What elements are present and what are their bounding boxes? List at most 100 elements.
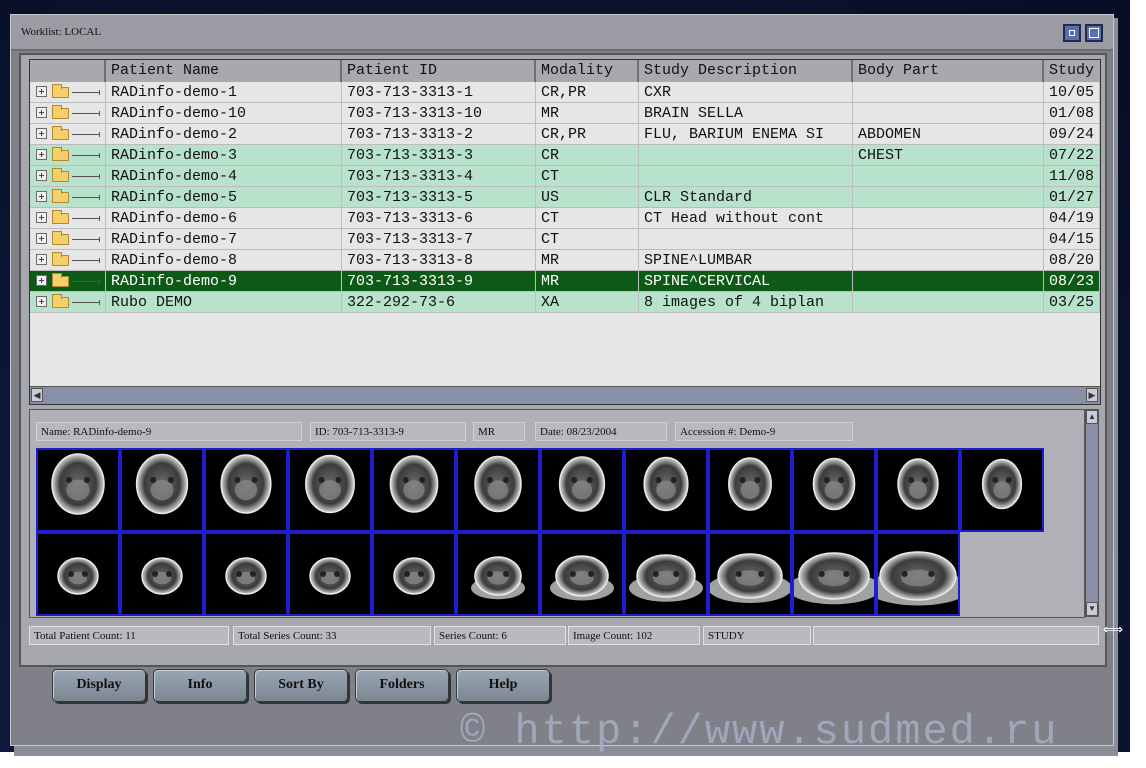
- table-row[interactable]: RADinfo-demo-3 703-713-3313-3 CR CHEST 07/22: [30, 145, 1100, 166]
- table-row[interactable]: RADinfo-demo-9 703-713-3313-9 MR SPINE^CERV…: [30, 271, 1100, 292]
- minimize-button[interactable]: [1063, 24, 1081, 42]
- image-thumbnail[interactable]: [288, 532, 372, 616]
- expand-icon[interactable]: [36, 254, 47, 265]
- column-header-study[interactable]: Study: [1044, 60, 1100, 82]
- table-row[interactable]: RADinfo-demo-2 703-713-3313-2 CR,PR FLU, BA…: [30, 124, 1100, 145]
- cell-patient-name: RADinfo-demo-4: [106, 166, 342, 186]
- cell-patient-name: RADinfo-demo-6: [106, 208, 342, 228]
- title-bar[interactable]: Worklist: LOCAL: [11, 15, 1113, 51]
- cell-patient-name: Rubo DEMO: [106, 292, 342, 312]
- column-header-body-part[interactable]: Body Part: [853, 60, 1044, 82]
- expand-icon[interactable]: [36, 128, 47, 139]
- tree-cell: [30, 82, 106, 102]
- column-header-study-description[interactable]: Study Description: [639, 60, 853, 82]
- watermark: © http://www.sudmed.ru: [460, 708, 1059, 756]
- tree-column-header[interactable]: [30, 60, 106, 82]
- expand-icon[interactable]: [36, 296, 47, 307]
- horizontal-scrollbar[interactable]: ◀ ▶: [30, 386, 1100, 404]
- cell-modality: CT: [536, 166, 639, 186]
- expand-icon[interactable]: [36, 107, 47, 118]
- cell-modality: MR: [536, 103, 639, 123]
- image-thumbnail[interactable]: [792, 532, 876, 616]
- cell-study: 04/15: [1044, 229, 1100, 249]
- expand-icon[interactable]: [36, 212, 47, 223]
- preview-vertical-scrollbar[interactable]: ▲ ▼: [1085, 409, 1099, 617]
- image-thumbnail[interactable]: [708, 532, 792, 616]
- image-thumbnail[interactable]: [372, 448, 456, 532]
- scroll-right-arrow[interactable]: ▶: [1086, 388, 1098, 402]
- preview-date: Date: 08/23/2004: [535, 422, 667, 441]
- cell-patient-name: RADinfo-demo-2: [106, 124, 342, 144]
- expand-icon[interactable]: [36, 191, 47, 202]
- mr-slice-image: [305, 454, 355, 514]
- folder-icon: [52, 168, 69, 182]
- table-row[interactable]: Rubo DEMO 322-292-73-6 XA 8 images of 4 bip…: [30, 292, 1100, 313]
- mr-slice-image: [812, 457, 856, 511]
- expand-icon[interactable]: [36, 233, 47, 244]
- table-row[interactable]: RADinfo-demo-1 703-713-3313-1 CR,PR CXR 10/0…: [30, 82, 1100, 103]
- expand-icon[interactable]: [36, 86, 47, 97]
- tree-cell: [30, 187, 106, 207]
- table-row[interactable]: RADinfo-demo-7 703-713-3313-7 CT 04/15: [30, 229, 1100, 250]
- image-thumbnail[interactable]: [36, 532, 120, 616]
- column-header-modality[interactable]: Modality: [536, 60, 639, 82]
- image-thumbnail[interactable]: [120, 532, 204, 616]
- image-thumbnail[interactable]: [876, 532, 960, 616]
- image-thumbnail[interactable]: [960, 448, 1044, 532]
- cell-patient-id: 703-713-3313-3: [342, 145, 536, 165]
- table-row[interactable]: RADinfo-demo-5 703-713-3313-5 US CLR Standa…: [30, 187, 1100, 208]
- image-thumbnail[interactable]: [624, 532, 708, 616]
- help-button[interactable]: Help: [456, 669, 550, 702]
- table-row[interactable]: RADinfo-demo-4 703-713-3313-4 CT 11/08: [30, 166, 1100, 187]
- tree-cell: [30, 292, 106, 312]
- worklist-table: Patient Name Patient ID Modality Study D…: [29, 59, 1101, 405]
- mr-slice-image: [981, 458, 1023, 510]
- cell-study-description: 8 images of 4 biplan: [639, 292, 853, 312]
- scroll-up-arrow[interactable]: ▲: [1086, 410, 1098, 424]
- image-thumbnail[interactable]: [204, 448, 288, 532]
- table-row[interactable]: RADinfo-demo-10 703-713-3313-10 MR BRAIN SE…: [30, 103, 1100, 124]
- image-thumbnail[interactable]: [372, 532, 456, 616]
- image-thumbnail[interactable]: [792, 448, 876, 532]
- column-header-patient-name[interactable]: Patient Name: [106, 60, 342, 82]
- image-thumbnail[interactable]: [708, 448, 792, 532]
- expand-icon[interactable]: [36, 149, 47, 160]
- image-thumbnail[interactable]: [540, 532, 624, 616]
- cell-study-description: CT Head without cont: [639, 208, 853, 228]
- folder-icon: [52, 210, 69, 224]
- image-thumbnail[interactable]: [540, 448, 624, 532]
- sort-by-button[interactable]: Sort By: [254, 669, 348, 702]
- info-button[interactable]: Info: [153, 669, 247, 702]
- scroll-down-arrow[interactable]: ▼: [1086, 602, 1098, 616]
- tree-connector: [72, 216, 100, 221]
- tree-connector: [72, 279, 100, 284]
- table-row[interactable]: RADinfo-demo-6 703-713-3313-6 CT CT Head wi…: [30, 208, 1100, 229]
- image-thumbnail[interactable]: [456, 532, 540, 616]
- folder-icon: [52, 294, 69, 308]
- display-button[interactable]: Display: [52, 669, 146, 702]
- tree-cell: [30, 103, 106, 123]
- image-thumbnail[interactable]: [120, 448, 204, 532]
- mr-slice-image: [225, 557, 267, 595]
- tree-connector: [72, 90, 100, 95]
- table-row[interactable]: RADinfo-demo-8 703-713-3313-8 MR SPINE^LUMB…: [30, 250, 1100, 271]
- maximize-button[interactable]: [1085, 24, 1103, 42]
- image-thumbnail[interactable]: [204, 532, 288, 616]
- status-empty-field: [813, 626, 1099, 645]
- image-thumbnail[interactable]: [288, 448, 372, 532]
- expand-icon[interactable]: [36, 170, 47, 181]
- cell-study: 03/25: [1044, 292, 1100, 312]
- status-series-count: Series Count: 6: [434, 626, 566, 645]
- image-thumbnail[interactable]: [876, 448, 960, 532]
- tree-cell: [30, 250, 106, 270]
- scroll-left-arrow[interactable]: ◀: [31, 388, 43, 402]
- folders-button[interactable]: Folders: [355, 669, 449, 702]
- cell-study: 08/23: [1044, 271, 1100, 291]
- cell-body-part: [853, 271, 1044, 291]
- image-thumbnail[interactable]: [624, 448, 708, 532]
- expand-icon[interactable]: [36, 275, 47, 286]
- column-header-patient-id[interactable]: Patient ID: [342, 60, 536, 82]
- image-thumbnail[interactable]: [456, 448, 540, 532]
- image-thumbnail[interactable]: [36, 448, 120, 532]
- cell-patient-id: 703-713-3313-4: [342, 166, 536, 186]
